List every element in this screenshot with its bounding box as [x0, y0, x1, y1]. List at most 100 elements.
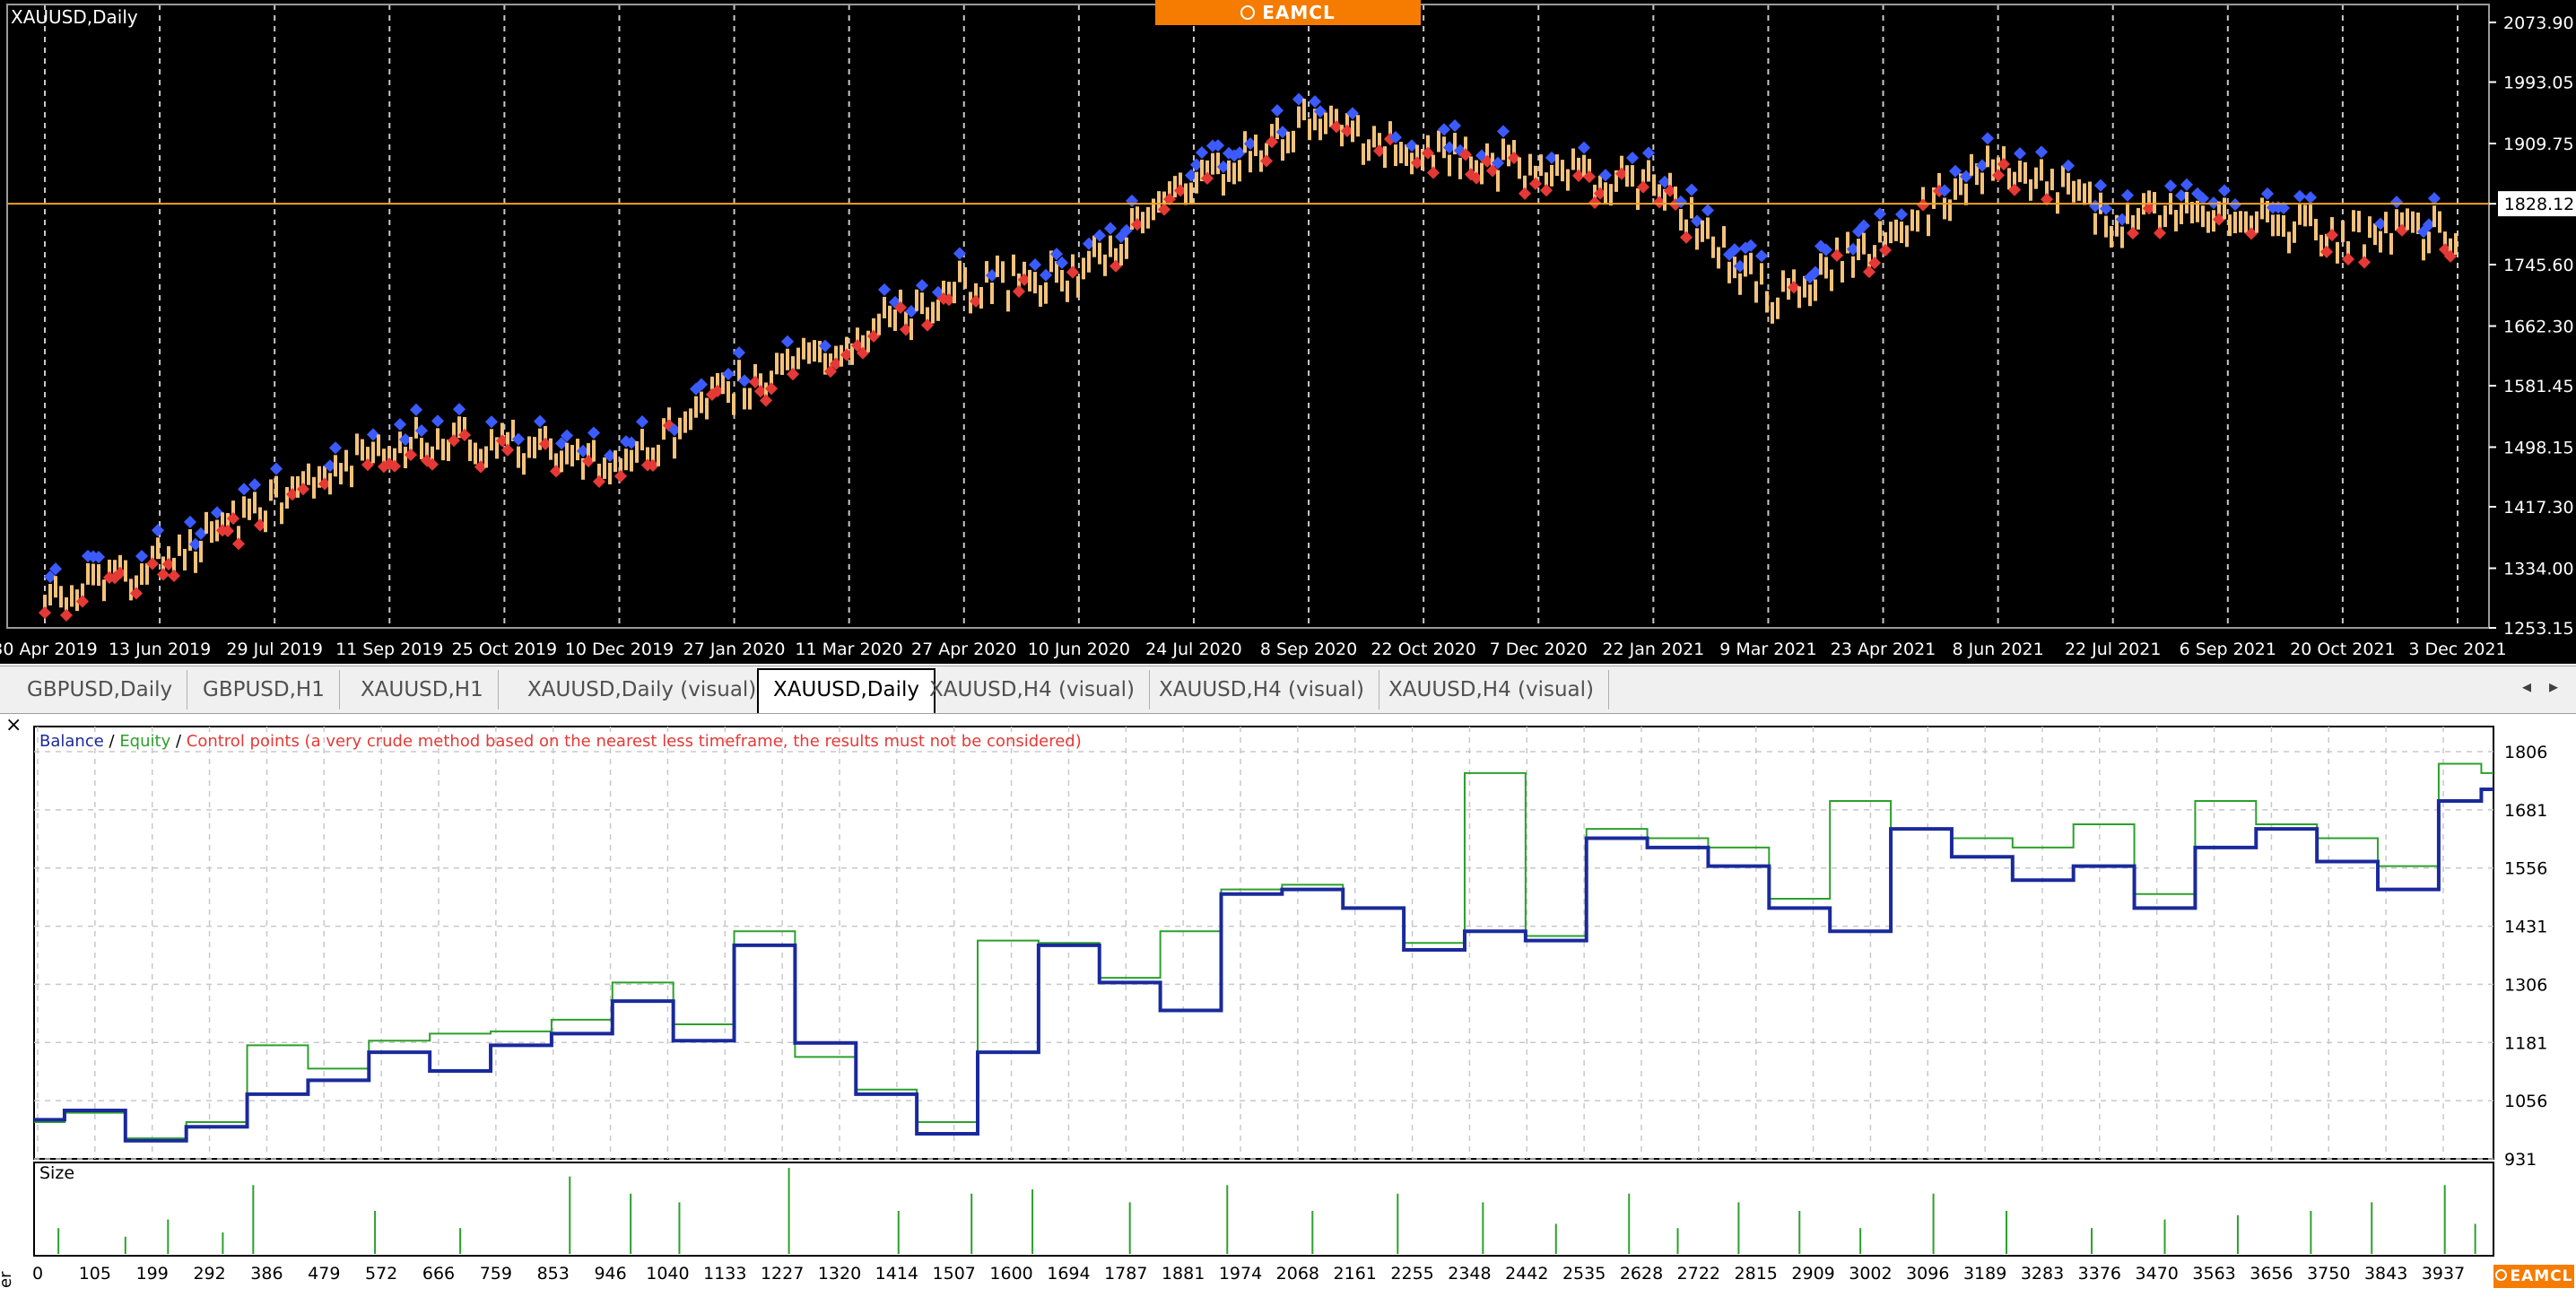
candle-bar: [1507, 144, 1510, 167]
trade-number-tick-label: 1414: [875, 1264, 918, 1284]
trade-number-tick-label: 3376: [2078, 1264, 2121, 1284]
buy-marker: [431, 414, 445, 428]
buy-marker: [1270, 104, 1284, 118]
candle-bar: [102, 579, 106, 602]
candle-bar: [334, 455, 337, 477]
candle-bar: [474, 442, 477, 465]
candle-bar: [2406, 208, 2409, 231]
tab-gbpusd-h1[interactable]: GBPUSD,H1: [188, 670, 340, 709]
candle-bar: [2271, 214, 2275, 237]
sell-marker: [59, 608, 74, 622]
candle-bar: [657, 444, 660, 466]
time-tick-label: 7 Dec 2020: [1490, 640, 1588, 659]
candle-bar: [915, 289, 918, 311]
candle-bar: [1652, 174, 1656, 196]
candle-bar: [614, 450, 617, 473]
candle-bar: [1749, 252, 1753, 274]
legend-item: Balance: [39, 732, 104, 751]
candle-bar: [1152, 198, 1155, 221]
price-tick-label: 1334.00: [2503, 560, 2574, 579]
candle-bar: [194, 551, 197, 573]
candle-bar: [468, 440, 472, 462]
trade-number-tick-label: 1600: [989, 1264, 1032, 1284]
candle-bar: [2072, 180, 2076, 203]
tab-xauusd-h4-visual[interactable]: XAUUSD,H4 (visual): [915, 670, 1151, 709]
candle-bar: [996, 255, 999, 277]
buy-marker: [484, 415, 499, 429]
tab-xauusd-h1[interactable]: XAUUSD,H1: [346, 670, 499, 709]
trade-number-tick-label: 1507: [933, 1264, 976, 1284]
side-label: er: [0, 1271, 15, 1288]
candle-bar: [893, 309, 897, 332]
candle-bar: [936, 299, 940, 321]
candle-bar: [339, 463, 343, 485]
size-plot-border: [33, 1162, 2494, 1257]
candle-bar: [285, 487, 289, 509]
buy-marker: [1448, 119, 1462, 133]
trade-number-tick-label: 3002: [1849, 1264, 1892, 1284]
candle-bar: [2438, 211, 2441, 233]
scroll-left-icon[interactable]: ◂: [2522, 675, 2531, 697]
balance-y-tick-label: 1056: [2504, 1092, 2547, 1111]
close-icon[interactable]: ×: [5, 714, 22, 736]
trade-number-tick-label: 199: [136, 1264, 169, 1284]
balance-y-tick-label: 1431: [2504, 918, 2547, 937]
buy-marker: [1028, 258, 1042, 272]
candle-bar: [522, 453, 526, 475]
price-tick-label: 1662.30: [2503, 318, 2574, 337]
candle-bar: [2244, 211, 2248, 233]
candle-bar: [689, 408, 692, 431]
scroll-right-icon[interactable]: ▸: [2549, 675, 2558, 697]
tab-xauusd-daily[interactable]: XAUUSD,Daily: [757, 668, 936, 713]
candle-bar: [678, 417, 682, 440]
candle-bar: [549, 438, 553, 460]
candle-bar: [2336, 241, 2339, 264]
candle-bar: [1905, 225, 1909, 248]
candle-bar: [2357, 211, 2361, 233]
price-chart-panel[interactable]: 2073.90 1993.05 1909.75 1828.12 1745.60 1662.…: [0, 0, 2576, 664]
buy-marker: [953, 247, 967, 260]
candle-bar: [813, 340, 816, 362]
candle-bar: [1066, 280, 1069, 302]
candle-bar: [807, 342, 811, 364]
candle-bar: [1808, 284, 1812, 307]
candle-bar: [1927, 214, 1930, 237]
candle-bar: [156, 537, 160, 560]
tab-xauusd-h4-visual[interactable]: XAUUSD,H4 (visual): [1144, 670, 1380, 709]
buy-marker: [183, 515, 197, 529]
candle-bar: [2432, 205, 2436, 228]
tab-xauusd-h4-visual[interactable]: XAUUSD,H4 (visual): [1374, 670, 1610, 709]
tab-xauusd-daily-visual[interactable]: XAUUSD,Daily (visual): [513, 670, 772, 709]
candle-bar: [705, 397, 709, 420]
candle-bar: [1706, 217, 1710, 239]
trade-number-tick-label: 2161: [1334, 1264, 1377, 1284]
trade-number-tick-label: 3750: [2307, 1264, 2350, 1284]
candle-bar: [1776, 297, 1780, 319]
candle-bar: [1092, 235, 1096, 257]
trade-number-tick-label: 1974: [1219, 1264, 1262, 1284]
trade-number-tick-label: 2909: [1791, 1264, 1834, 1284]
candle-bar: [1722, 226, 1726, 248]
time-tick-label: 9 Mar 2021: [1719, 640, 1816, 659]
candle-bar: [2309, 205, 2312, 227]
time-tick-label: 22 Jul 2021: [2065, 640, 2162, 659]
candle-bar: [404, 447, 407, 469]
candle-bar: [1216, 152, 1220, 175]
size-panel-label: Size: [39, 1163, 74, 1183]
candle-bar: [371, 441, 375, 464]
candle-bar: [1184, 183, 1188, 205]
candle-bar: [269, 479, 273, 501]
price-chart[interactable]: 2073.90 1993.05 1909.75 1828.12 1745.60 1662.…: [0, 0, 2576, 664]
time-tick-label: 27 Apr 2020: [911, 640, 1016, 659]
candle-bar: [662, 418, 666, 440]
candle-bar: [1060, 269, 1064, 292]
candle-bar: [1582, 154, 1586, 177]
candle-bar: [640, 429, 644, 451]
candle-bar: [328, 473, 332, 495]
candle-bar: [920, 292, 924, 315]
candle-bar: [205, 511, 208, 534]
candle-bar: [1948, 199, 1952, 222]
sell-marker: [1012, 284, 1026, 298]
candle-bar: [1830, 269, 1833, 292]
tab-gbpusd-daily[interactable]: GBPUSD,Daily: [13, 670, 188, 709]
